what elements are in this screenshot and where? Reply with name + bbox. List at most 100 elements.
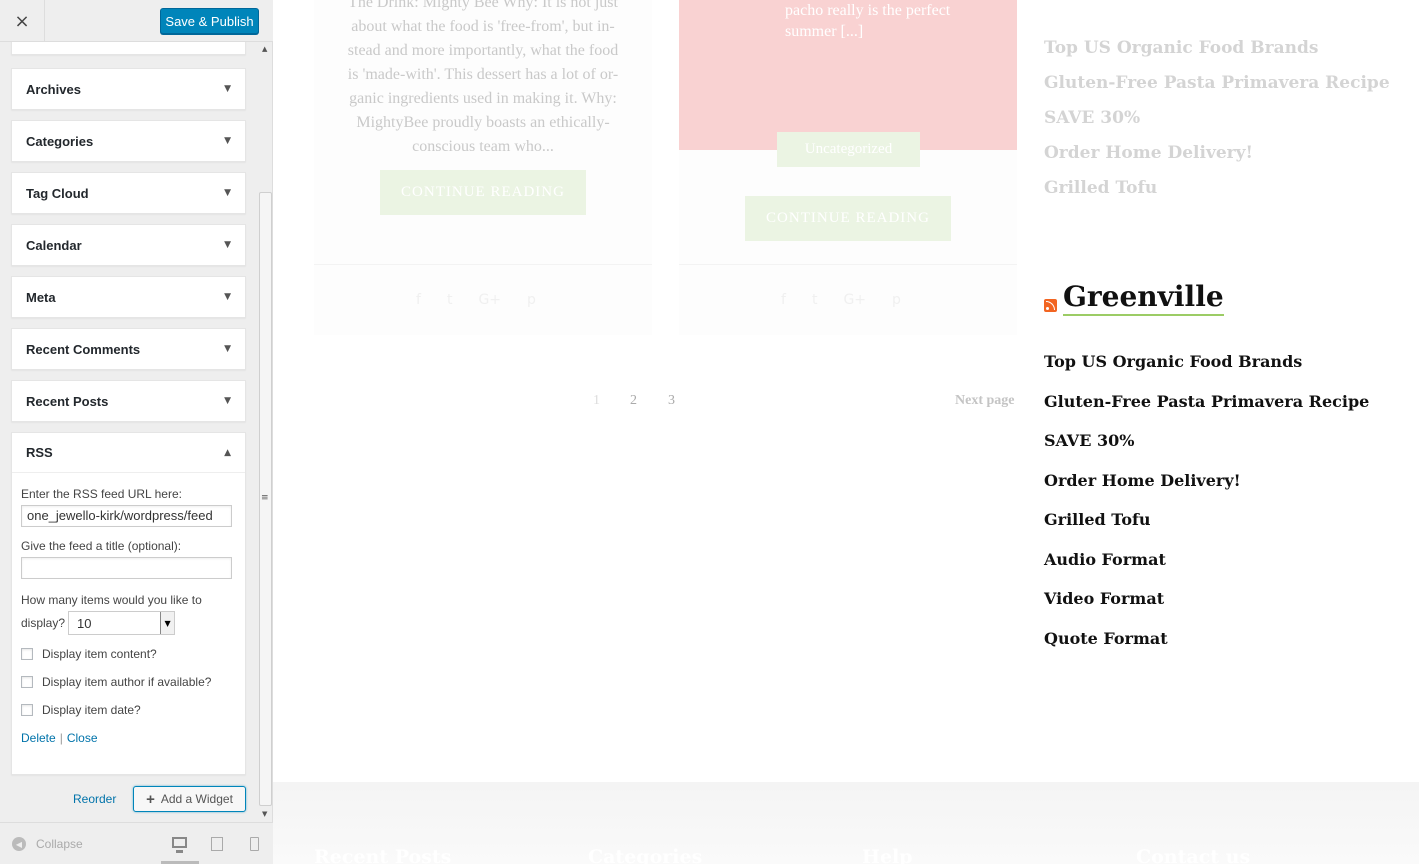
close-link[interactable]: Close [67,731,98,745]
list-item[interactable]: Order Home Delivery! [1044,143,1390,178]
list-item[interactable]: SAVE 30% [1044,108,1390,143]
delete-link[interactable]: Delete [21,731,56,745]
expand-arrow-icon[interactable]: ▼ [224,344,231,354]
twitter-icon[interactable]: t [812,292,818,308]
twitter-icon[interactable]: t [447,292,453,308]
rss-url-label: Enter the RSS feed URL here: [21,487,182,501]
widget-rss: RSS ▲ Enter the RSS feed URL here: one_je… [11,432,246,775]
collapse-arrow-icon[interactable]: ▲ [224,448,231,458]
link-separator: | [59,731,63,745]
excerpt-line: stead and more importantly, what the foo… [347,42,619,59]
post-excerpt: pacho really is the perfect summer [...] [785,0,985,42]
page-1-link[interactable]: 1 [593,393,600,409]
footer-heading: Help [862,846,913,864]
excerpt-line: MightyBee proudly boasts an ethically- [356,114,610,131]
pinterest-icon[interactable]: p [527,292,536,308]
expand-arrow-icon[interactable]: ▼ [224,240,231,250]
continue-reading-button[interactable]: CONTINUE READING [745,196,951,241]
list-item[interactable]: Top US Organic Food Brands [1044,38,1390,73]
expand-arrow-icon[interactable]: ▼ [224,84,231,94]
widget-calendar[interactable]: Calendar ▼ [11,224,246,266]
share-icons: f t G+ p [416,292,536,308]
excerpt-line: about what the food is 'free-from', but … [351,18,615,35]
rss-title-link[interactable]: Greenville [1063,280,1224,316]
rss-widget-title: Greenville [1044,280,1224,316]
widget-title: Meta [26,289,56,305]
google-plus-icon[interactable]: G+ [478,292,501,308]
list-item[interactable]: Top US Organic Food Brands [1044,352,1369,392]
list-item[interactable]: Gluten-Free Pasta Primavera Recipe [1044,73,1390,108]
grip-icon: ≡ [261,493,269,503]
dropdown-arrow-icon[interactable]: ▼ [160,612,175,634]
pinterest-icon[interactable]: p [892,292,901,308]
expand-arrow-icon[interactable]: ▼ [224,188,231,198]
rss-items-value: 10 [77,615,92,631]
continue-reading-button[interactable]: CONTINUE READING [380,170,586,215]
widget-archives[interactable]: Archives ▼ [11,68,246,110]
customizer-header: × Save & Publish [0,0,273,42]
display-content-label: Display item content? [42,647,157,661]
post-excerpt: The Drink: Mighty Bee Why: It is not jus… [314,0,652,159]
list-item[interactable]: SAVE 30% [1044,431,1369,471]
share-icons: f t G+ p [781,292,901,308]
add-widget-label: Add a Widget [160,792,233,806]
reorder-link[interactable]: Reorder [73,792,116,806]
add-widget-button[interactable]: + Add a Widget [133,786,246,812]
list-item[interactable]: Gluten-Free Pasta Primavera Recipe [1044,392,1369,432]
facebook-icon[interactable]: f [416,292,421,308]
display-date-checkbox[interactable] [21,704,33,716]
collapse-icon: ◀ [12,837,26,851]
mobile-preview-icon[interactable] [250,837,259,851]
scroll-down-arrow-icon[interactable]: ▼ [262,810,267,818]
page-3-link[interactable]: 3 [668,393,675,409]
rss-icon[interactable] [1044,299,1057,312]
widget-tag-cloud[interactable]: Tag Cloud ▼ [11,172,246,214]
list-item[interactable]: Order Home Delivery! [1044,471,1369,511]
widget-partial[interactable] [11,42,246,55]
collapse-button[interactable]: ◀ Collapse [12,837,83,851]
list-item[interactable]: Audio Format [1044,550,1369,590]
expand-arrow-icon[interactable]: ▼ [224,292,231,302]
site-preview: The Drink: Mighty Bee Why: It is not jus… [273,0,1419,864]
expand-arrow-icon[interactable]: ▼ [224,396,231,406]
list-item[interactable]: Grilled Tofu [1044,510,1369,550]
customizer-sidebar: Archives ▼ Categories ▼ Tag Cloud ▼ Calenda… [0,0,273,864]
widget-categories[interactable]: Categories ▼ [11,120,246,162]
widget-title: Archives [26,81,81,97]
facebook-icon[interactable]: f [781,292,786,308]
save-publish-button[interactable]: Save & Publish [160,8,259,34]
footer-heading: Categories [588,846,703,864]
rss-items-select[interactable]: 10 ▼ [68,611,176,635]
close-button[interactable]: × [0,0,45,42]
excerpt-line: is 'made-with'. This dessert has a lot o… [347,66,619,83]
category-badge[interactable]: Uncategorized [777,132,920,167]
display-date-label: Display item date? [42,703,141,717]
list-item[interactable]: Quote Format [1044,629,1369,669]
plus-icon: + [146,790,155,808]
widget-rss-header[interactable]: RSS ▲ [12,433,245,473]
site-footer: Recent Posts Categories Help Contact us [273,782,1419,864]
excerpt-line: summer [...] [785,23,864,40]
rss-url-input[interactable]: one_jewello-kirk/wordpress/feed [21,505,232,527]
list-item[interactable]: Grilled Tofu [1044,178,1390,213]
widgets-panel: Archives ▼ Categories ▼ Tag Cloud ▼ Calenda… [0,42,273,822]
google-plus-icon[interactable]: G+ [843,292,866,308]
widget-recent-posts[interactable]: Recent Posts ▼ [11,380,246,422]
recent-posts-list: Top US Organic Food Brands Gluten-Free P… [1044,38,1390,213]
page-2-link[interactable]: 2 [630,393,637,409]
scroll-up-arrow-icon[interactable]: ▲ [262,45,267,53]
expand-arrow-icon[interactable]: ▼ [224,136,231,146]
desktop-preview-icon[interactable] [172,837,187,853]
excerpt-line: The Drink: Mighty Bee Why: It is not jus… [348,0,618,11]
rss-title-input[interactable] [21,557,232,579]
display-author-checkbox[interactable] [21,676,33,688]
rss-items-label-2: display? [21,616,66,630]
widget-recent-comments[interactable]: Recent Comments ▼ [11,328,246,370]
display-content-checkbox[interactable] [21,648,33,660]
tablet-preview-icon[interactable] [211,837,223,851]
rss-items-list: Top US Organic Food Brands Gluten-Free P… [1044,352,1369,668]
next-page-link[interactable]: Next page [955,393,1015,409]
list-item[interactable]: Video Format [1044,589,1369,629]
widget-title: Recent Comments [26,341,141,357]
widget-meta[interactable]: Meta ▼ [11,276,246,318]
